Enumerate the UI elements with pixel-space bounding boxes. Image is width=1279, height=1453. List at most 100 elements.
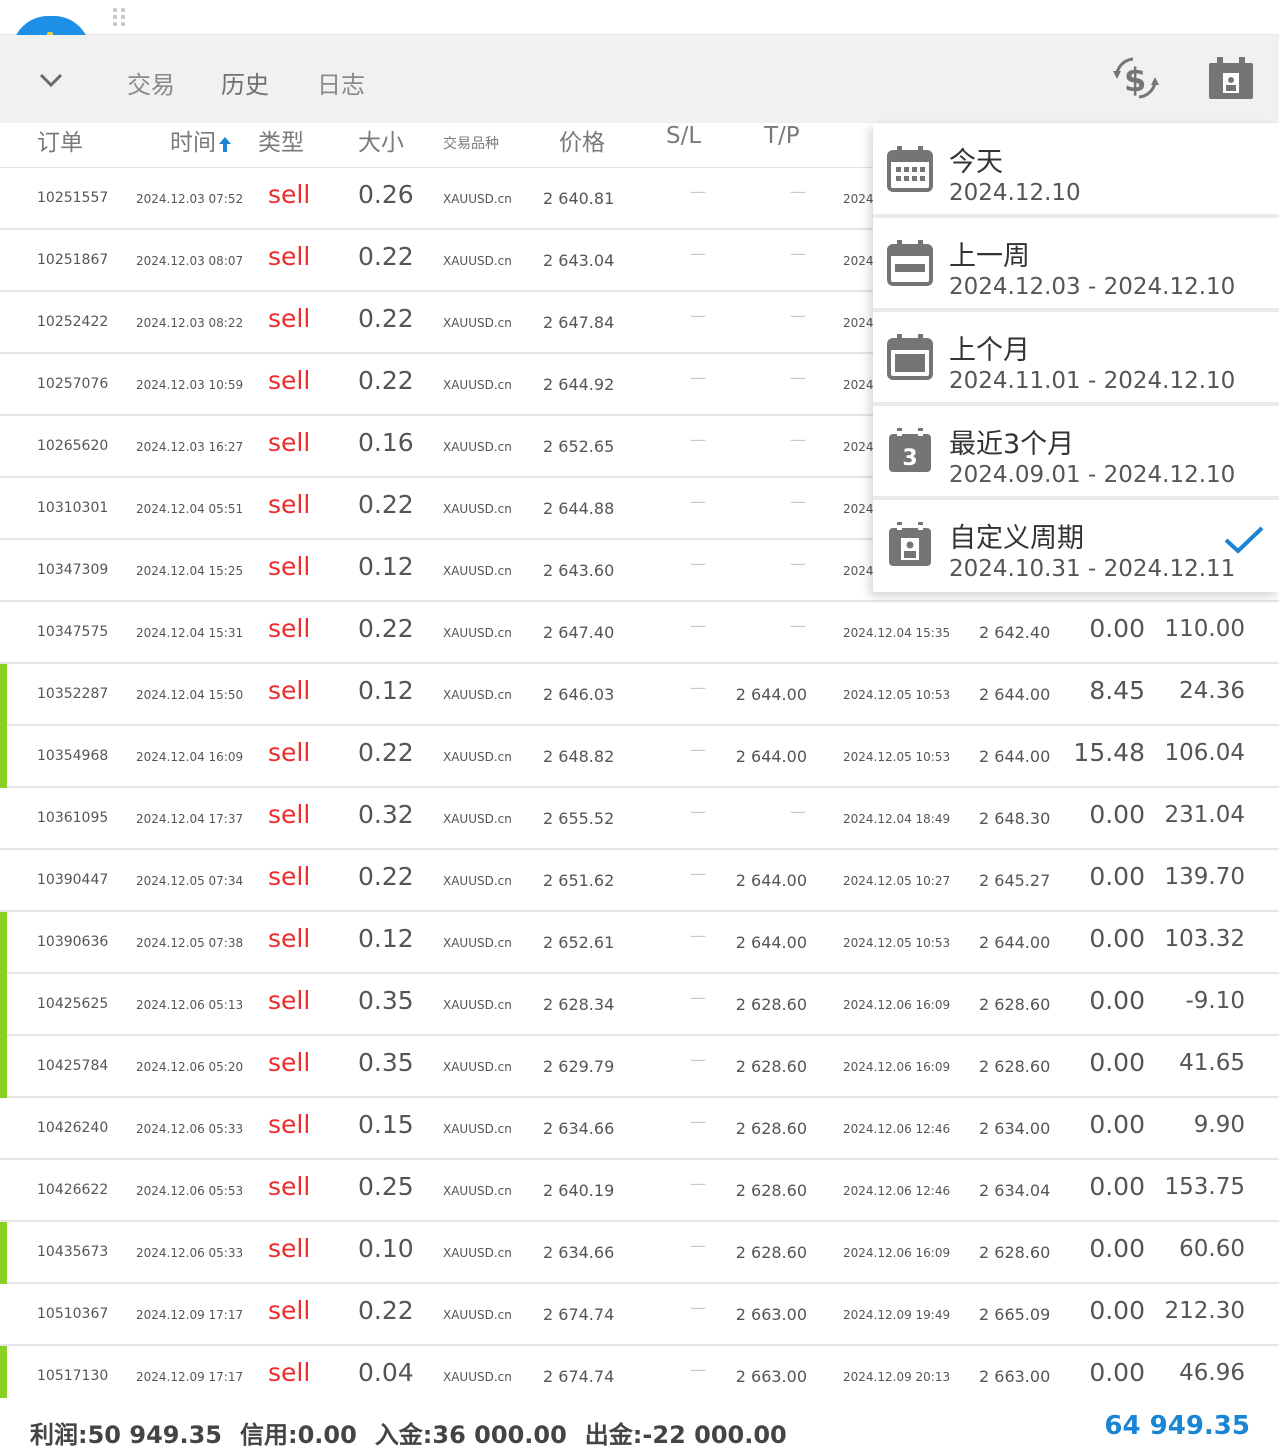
take-profit: — [790, 430, 806, 449]
period-last-3-months[interactable]: 3 最近3个月 2024.09.01 - 2024.12.10 [873, 406, 1279, 500]
trade-size: 0.25 [358, 1172, 414, 1201]
close-price: 2 644.00 [979, 747, 1051, 766]
period-today[interactable]: 今天 2024.12.10 [873, 124, 1279, 218]
open-time: 2024.12.06 05:53 [136, 1184, 244, 1198]
swap-value: 0.00 [1089, 1172, 1145, 1201]
close-time: 2024.12.06 12:46 [843, 1122, 951, 1136]
col-order[interactable]: 订单 [37, 123, 83, 157]
table-row[interactable]: 10347575 2024.12.04 15:31 sell 0.22 XAUUSD.c… [0, 602, 1279, 664]
credit-label: 信用: [239, 1421, 298, 1449]
close-time: 2024.12.05 10:53 [843, 688, 951, 702]
chevron-down-icon[interactable] [36, 65, 66, 95]
close-price: 2 645.27 [979, 871, 1051, 890]
trade-size: 0.16 [358, 428, 414, 457]
table-row[interactable]: 10435673 2024.12.06 05:33 sell 0.10 XAUUSD.c… [0, 1222, 1279, 1284]
tab-history[interactable]: 历史 [221, 65, 269, 100]
take-profit: 2 628.60 [735, 995, 807, 1014]
trade-symbol: XAUUSD.cn [443, 1246, 512, 1260]
trade-symbol: XAUUSD.cn [443, 812, 512, 826]
table-row[interactable]: 10510367 2024.12.09 17:17 sell 0.22 XAUUSD.c… [0, 1284, 1279, 1346]
stop-loss: — [690, 306, 706, 325]
open-time: 2024.12.06 05:13 [136, 998, 244, 1012]
profit-value: 46.96 [1179, 1360, 1245, 1386]
trade-symbol: XAUUSD.cn [443, 502, 512, 516]
profit-value: 231.04 [1164, 802, 1245, 828]
trade-type: sell [268, 614, 311, 643]
trade-type: sell [268, 738, 311, 767]
profit-value: 50 949.35 [87, 1421, 222, 1449]
profit-value: 41.65 [1179, 1050, 1245, 1076]
table-row[interactable]: 10426622 2024.12.06 05:53 sell 0.25 XAUUSD.c… [0, 1160, 1279, 1222]
trade-type: sell [268, 862, 311, 891]
open-price: 2 648.82 [543, 747, 615, 766]
trade-size: 0.12 [358, 924, 414, 953]
trade-type: sell [268, 304, 311, 333]
close-time: 2024 [843, 564, 874, 578]
calendar-person-icon[interactable] [1207, 55, 1257, 101]
dollar-exchange-icon[interactable]: $ [1111, 55, 1161, 101]
close-time: 2024.12.04 18:49 [843, 812, 951, 826]
close-price: 2 628.60 [979, 995, 1051, 1014]
open-price: 2 674.74 [543, 1367, 615, 1386]
swap-value: 0.00 [1089, 924, 1145, 953]
order-id: 10354968 [37, 748, 109, 764]
trade-size: 0.12 [358, 552, 414, 581]
swap-value: 0.00 [1089, 1110, 1145, 1139]
close-time: 2024 [843, 192, 874, 206]
trade-symbol: XAUUSD.cn [443, 316, 512, 330]
close-price: 2 644.00 [979, 685, 1051, 704]
tab-trade[interactable]: 交易 [127, 65, 175, 100]
period-custom[interactable]: 自定义周期 2024.10.31 - 2024.12.11 [873, 500, 1279, 590]
trade-type: sell [268, 800, 311, 829]
col-size[interactable]: 大小 [358, 123, 404, 157]
profit-value: -9.10 [1185, 988, 1245, 1014]
order-id: 10390636 [37, 934, 109, 950]
tab-journal[interactable]: 日志 [317, 65, 365, 100]
table-row[interactable]: 10354968 2024.12.04 16:09 sell 0.22 XAUUSD.c… [0, 726, 1279, 788]
trade-size: 0.04 [358, 1358, 414, 1387]
order-id: 10390447 [37, 872, 109, 888]
col-symbol[interactable]: 交易品种 [443, 133, 499, 153]
profit-value: 106.04 [1164, 740, 1245, 766]
table-row[interactable]: 10425625 2024.12.06 05:13 sell 0.35 XAUUSD.c… [0, 974, 1279, 1036]
trade-size: 0.22 [358, 1296, 414, 1325]
profit-value: 9.90 [1193, 1112, 1245, 1138]
close-price: 2 642.40 [979, 623, 1051, 642]
balance-value: 64 949.35 [1104, 1411, 1250, 1441]
stop-loss: — [690, 368, 706, 387]
col-type[interactable]: 类型 [258, 123, 304, 157]
col-tp[interactable]: T/P [764, 123, 800, 149]
order-id: 10310301 [37, 500, 109, 516]
col-sl[interactable]: S/L [666, 123, 701, 149]
stop-loss: — [690, 1050, 706, 1069]
table-row[interactable]: 10352287 2024.12.04 15:50 sell 0.12 XAUUSD.c… [0, 664, 1279, 726]
period-last-week[interactable]: 上一周 2024.12.03 - 2024.12.10 [873, 218, 1279, 312]
order-id: 10352287 [37, 686, 109, 702]
table-row[interactable]: 10390447 2024.12.05 07:34 sell 0.22 XAUUSD.c… [0, 850, 1279, 912]
swap-value: 0.00 [1089, 1296, 1145, 1325]
profit-value: 24.36 [1179, 678, 1245, 704]
col-time[interactable]: 时间 [170, 123, 232, 157]
drag-handle-icon[interactable] [113, 8, 129, 28]
open-price: 2 634.66 [543, 1119, 615, 1138]
period-dropdown: 今天 2024.12.10 上一周 2024.12.03 - 2024.12.1… [873, 124, 1279, 592]
close-time: 2024.12.05 10:27 [843, 874, 951, 888]
calendar-3-badge: 3 [902, 446, 917, 471]
col-price[interactable]: 价格 [559, 123, 605, 157]
table-row[interactable]: 10361095 2024.12.04 17:37 sell 0.32 XAUUSD.c… [0, 788, 1279, 850]
trade-size: 0.26 [358, 180, 414, 209]
credit-value: 0.00 [297, 1421, 357, 1449]
close-time: 2024 [843, 378, 874, 392]
open-time: 2024.12.03 10:59 [136, 378, 244, 392]
table-row[interactable]: 10425784 2024.12.06 05:20 sell 0.35 XAUUSD.c… [0, 1036, 1279, 1098]
table-row[interactable]: 10426240 2024.12.06 05:33 sell 0.15 XAUUSD.c… [0, 1098, 1279, 1160]
table-row[interactable]: 10390636 2024.12.05 07:38 sell 0.12 XAUUSD.c… [0, 912, 1279, 974]
open-price: 2 674.74 [543, 1305, 615, 1324]
trade-type: sell [268, 924, 311, 953]
col-time-label: 时间 [170, 130, 216, 156]
trade-type: sell [268, 1110, 311, 1139]
swap-value: 0.00 [1089, 862, 1145, 891]
take-profit: — [790, 492, 806, 511]
period-last-month[interactable]: 上个月 2024.11.01 - 2024.12.10 [873, 312, 1279, 406]
open-price: 2 646.03 [543, 685, 615, 704]
